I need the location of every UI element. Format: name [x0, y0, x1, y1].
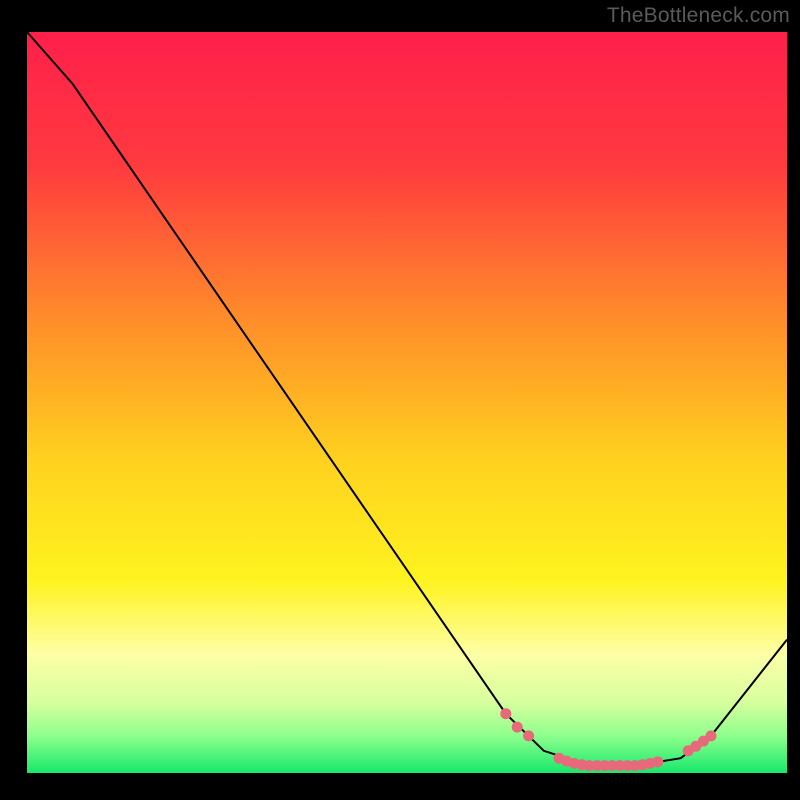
highlight-dot	[523, 730, 534, 741]
bottleneck-chart	[0, 0, 800, 800]
highlight-dot	[652, 756, 663, 767]
highlight-dot	[500, 708, 511, 719]
highlight-dot	[512, 722, 523, 733]
chart-frame: TheBottleneck.com	[0, 0, 800, 800]
gradient-background	[27, 32, 787, 773]
highlight-dot	[706, 730, 717, 741]
